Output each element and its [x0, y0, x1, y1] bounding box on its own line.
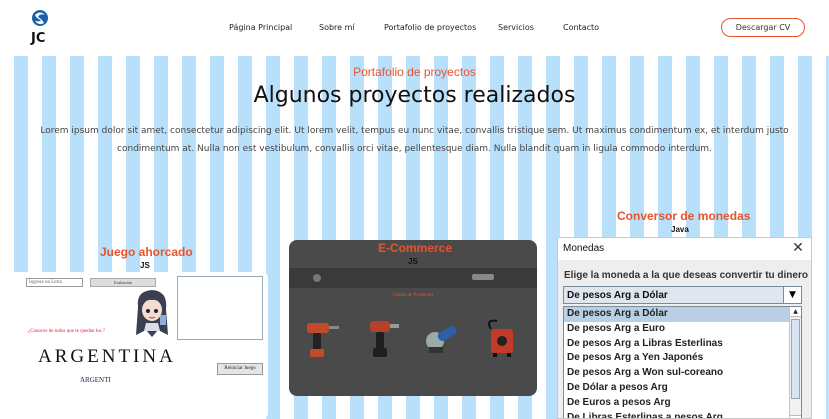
project-title-converter: Conversor de monedas [617, 209, 751, 223]
currency-options-list[interactable]: De pesos Arg a Dólar De pesos Arg a Euro… [563, 306, 802, 418]
currency-option[interactable]: De Euros a pesos Arg [564, 396, 801, 411]
site-header: JC Página Principal Sobre mí Portafolio … [0, 0, 829, 56]
currency-option[interactable]: De pesos Arg a Libras Esterlinas [564, 337, 801, 352]
chevron-down-icon[interactable]: ▼ [783, 287, 801, 303]
hangman-partial-word: ARGENTI [80, 376, 111, 384]
currency-option[interactable]: De Libras Esterlinas a pesos Arg [564, 411, 801, 418]
dialog-body: Elige la moneda a la que deseas converti… [558, 260, 811, 418]
project-title-hangman: Juego ahorcado [100, 245, 193, 259]
project-tech-converter: Java [671, 225, 689, 234]
currency-option[interactable]: De pesos Arg a Yen Japonés [564, 351, 801, 366]
letter-input[interactable]: Ingrese un Letra [26, 278, 83, 287]
dialog-title: Monedas [563, 243, 605, 254]
hangman-drawing-area [177, 276, 263, 340]
project-tech-hangman: JS [140, 261, 150, 270]
welder-product-icon [488, 319, 513, 357]
drill-product-icon [370, 321, 399, 357]
scroll-up-icon[interactable]: ▲ [790, 307, 801, 317]
hangman-word: ARGENTINA [38, 346, 176, 367]
nav-home[interactable]: Página Principal [229, 23, 292, 32]
section-subtitle: Portafolio de proyectos [353, 65, 476, 79]
scroll-thumb[interactable] [791, 319, 800, 399]
ecommerce-topbar [289, 268, 537, 288]
currency-option[interactable]: De pesos Arg a Won sul-coreano [564, 366, 801, 381]
currency-option[interactable]: De Dólar a pesos Arg [564, 381, 801, 396]
project-title-ecommerce: E-Commerce [378, 241, 453, 255]
project-tech-ecommerce: JS [408, 257, 418, 266]
ecommerce-nav-pill [472, 274, 494, 280]
logo-text[interactable]: JC [31, 31, 45, 46]
nav-portfolio[interactable]: Portafolio de proyectos [384, 23, 476, 32]
close-icon[interactable]: ✕ [790, 240, 806, 256]
hangman-question: ¿Conoces de todos que te quedan los ? [28, 329, 106, 334]
nav-services[interactable]: Servicios [498, 23, 534, 32]
ecommerce-store-heading: Tienda de Productos [392, 293, 434, 298]
nav-about[interactable]: Sobre mí [319, 23, 355, 32]
options-scrollbar[interactable]: ▲ ▼ [789, 307, 801, 418]
scroll-down-icon[interactable]: ▼ [790, 415, 801, 418]
currency-option[interactable]: De pesos Arg a Dólar [564, 307, 801, 322]
section-title: Algunos proyectos realizados [253, 83, 576, 108]
grinder-product-icon [426, 326, 457, 353]
currency-option[interactable]: De pesos Arg a Euro [564, 322, 801, 337]
currency-select-value: De pesos Arg a Dólar [567, 290, 668, 301]
logo-icon[interactable] [31, 7, 49, 29]
download-cv-button[interactable]: Descargar CV [721, 18, 805, 37]
currency-select[interactable]: De pesos Arg a Dólar ▼ [563, 286, 802, 304]
ecommerce-logo-icon [313, 274, 321, 282]
currency-dialog: Monedas ✕ Elige la moneda a la que desea… [557, 237, 812, 419]
section-description: Lorem ipsum dolor sit amet, consectetur … [40, 126, 789, 154]
hangman-character-icon [136, 290, 168, 337]
nav-contact[interactable]: Contacto [563, 23, 599, 32]
drill-product-icon [307, 323, 339, 357]
portfolio-section: Portafolio de proyectos Algunos proyecto… [0, 56, 829, 419]
dialog-prompt: Elige la moneda a la que deseas converti… [564, 270, 808, 281]
restart-game-button[interactable]: Reiniciar Juego [217, 363, 263, 375]
hangman-preview-card[interactable]: Ingrese un Letra Evaluación ¿Conoces de … [0, 272, 268, 419]
